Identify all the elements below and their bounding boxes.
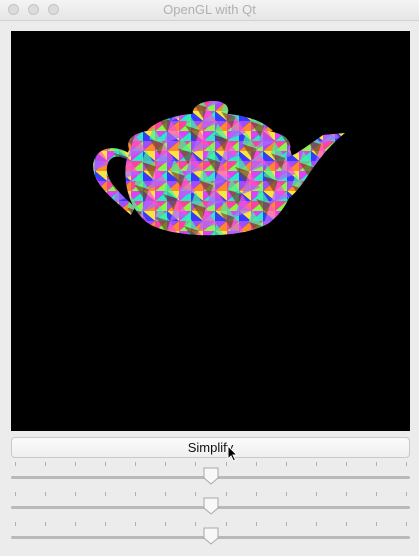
window-title: OpenGL with Qt [163,2,256,17]
slider-tick [135,522,136,526]
slider-tick [406,522,407,526]
slider-tick [406,462,407,466]
slider-thumb[interactable] [202,497,220,515]
teapot-render [93,101,345,236]
slider-tick [75,522,76,526]
slider-tick [45,492,46,496]
slider-tick [256,522,257,526]
slider-tick [195,522,196,526]
slider-tick [75,492,76,496]
opengl-viewport[interactable] [11,31,410,431]
slider-1[interactable] [11,462,410,485]
slider-tick [135,492,136,496]
slider-tick [105,462,106,466]
slider-tick [105,522,106,526]
slider-2[interactable] [11,492,410,515]
slider-tick [75,462,76,466]
slider-tick [15,522,16,526]
slider-tick [406,492,407,496]
slider-tick [346,522,347,526]
mouse-pointer-icon [227,445,239,462]
slider-tick [15,492,16,496]
slider-tick [316,462,317,466]
window-titlebar: OpenGL with Qt [0,0,419,21]
slider-tick [256,492,257,496]
slider-tick [165,492,166,496]
simplify-button[interactable]: Simplify [11,437,410,458]
slider-tick [346,462,347,466]
slider-tick [105,492,106,496]
slider-tick [45,462,46,466]
slider-tick [226,492,227,496]
slider-thumb[interactable] [202,467,220,485]
slider-tick [376,522,377,526]
slider-thumb[interactable] [202,527,220,545]
slider-tick [15,462,16,466]
slider-tick [226,522,227,526]
slider-tick [316,522,317,526]
slider-tick [195,492,196,496]
slider-tick [45,522,46,526]
slider-tick [346,492,347,496]
slider-tick [286,522,287,526]
slider-3[interactable] [11,522,410,545]
slider-tick [316,492,317,496]
slider-tick [165,462,166,466]
slider-tick [195,462,196,466]
teapot-mesh [93,101,345,236]
slider-tick [226,462,227,466]
slider-tick [286,492,287,496]
slider-tick [256,462,257,466]
slider-tick [165,522,166,526]
slider-tick [376,492,377,496]
slider-tick [135,462,136,466]
slider-tick [286,462,287,466]
slider-tick [376,462,377,466]
